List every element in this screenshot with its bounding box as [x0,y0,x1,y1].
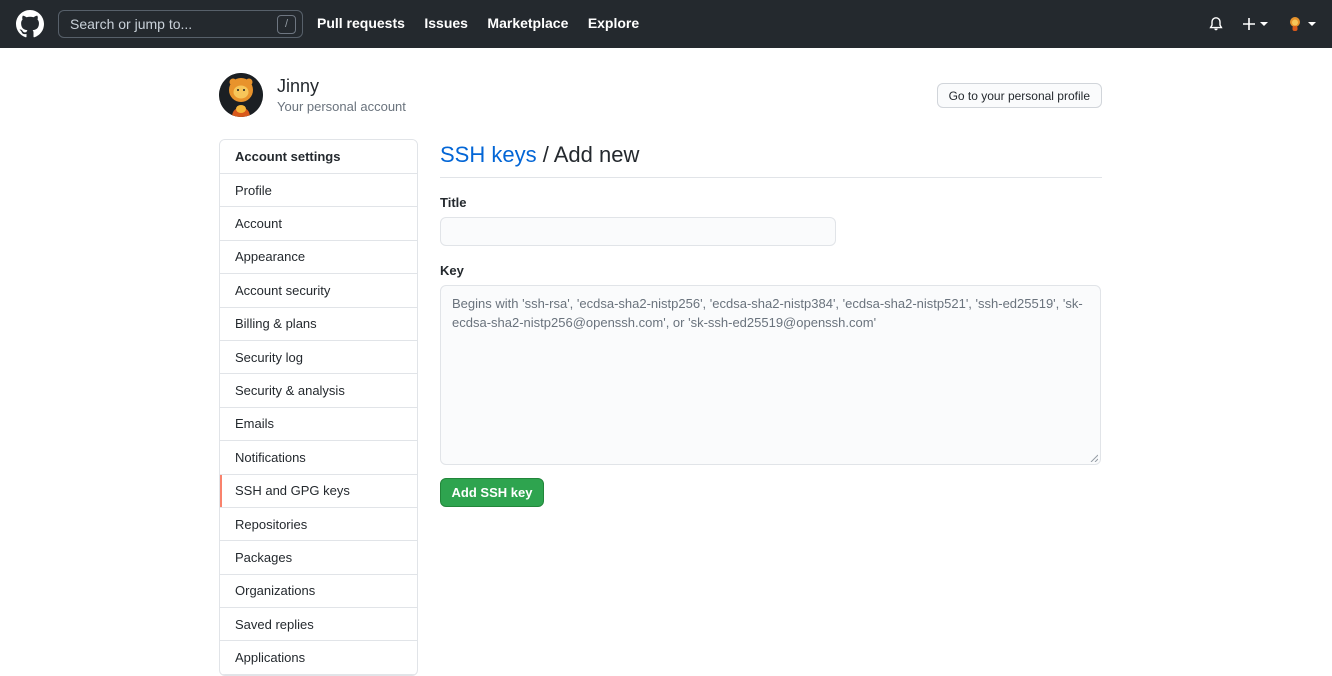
plus-icon [1243,18,1255,30]
sidebar-item-label: Account security [235,282,331,298]
sidebar-item-security-log[interactable]: Security log [220,341,417,375]
github-logo-icon[interactable] [16,10,44,38]
settings-container: Jinny Your personal account Go to your p… [219,48,1102,676]
sidebar-item-applications[interactable]: Applications [220,641,417,675]
sidebar-item-profile[interactable]: Profile [220,174,417,208]
sidebar-item-account-security[interactable]: Account security [220,274,417,308]
sidebar-item-label: Applications [235,650,306,666]
top-header: Search or jump to... / Pull requests Iss… [0,0,1332,48]
sidebar-item-label: Packages [235,549,293,565]
search-input[interactable]: Search or jump to... / [58,10,303,38]
sidebar-item-organizations[interactable]: Organizations [220,575,417,609]
settings-sidebar: Account settings Profile Account Appearanc… [219,139,418,676]
nav-pull-requests[interactable]: Pull requests [317,15,405,31]
search-shortcut-key: / [277,14,296,34]
sidebar-heading: Account settings [220,140,417,174]
ssh-keys-link[interactable]: SSH keys [440,142,537,167]
bell-icon [1209,17,1223,31]
sidebar-item-label: Profile [235,182,272,198]
key-label: Key [440,263,464,278]
create-new-button[interactable] [1242,17,1268,31]
chevron-down-icon [1260,22,1268,26]
page-title: SSH keys / Add new [440,142,1102,178]
account-type: Your personal account [277,99,406,114]
title-input[interactable] [440,217,836,246]
account-name-block: Jinny Your personal account [277,76,406,114]
sidebar-item-packages[interactable]: Packages [220,541,417,575]
go-to-profile-button[interactable]: Go to your personal profile [936,83,1102,108]
avatar[interactable] [219,73,263,117]
sidebar-item-label: Repositories [235,516,308,532]
user-menu-button[interactable] [1286,15,1316,33]
header-actions [1190,15,1316,33]
sidebar-item-emails[interactable]: Emails [220,408,417,442]
sidebar-item-account[interactable]: Account [220,207,417,241]
account-name[interactable]: Jinny [277,76,406,97]
sidebar-item-label: Saved replies [235,616,314,632]
sidebar-item-label: Billing & plans [235,316,317,332]
sidebar-item-label: Security & analysis [235,383,345,399]
account-header: Jinny Your personal account Go to your p… [219,73,1102,117]
title-label: Title [440,195,467,210]
key-placeholder: Begins with 'ssh-rsa', 'ecdsa-sha2-nistp… [452,296,1083,330]
page-title-suffix: / Add new [542,142,640,167]
notifications-button[interactable] [1208,16,1224,32]
chevron-down-icon [1308,22,1316,26]
sidebar-item-label: Organizations [235,583,316,599]
sidebar-item-billing-plans[interactable]: Billing & plans [220,308,417,341]
resize-handle-icon[interactable] [1090,454,1098,462]
sidebar-item-label: SSH and GPG keys [235,483,350,499]
sidebar-item-repositories[interactable]: Repositories [220,508,417,542]
search-placeholder: Search or jump to... [70,16,193,32]
sidebar-item-label: Notifications [235,449,306,465]
add-ssh-key-button[interactable]: Add SSH key [440,478,544,507]
sidebar-item-security-analysis[interactable]: Security & analysis [220,374,417,408]
sidebar-item-label: Emails [235,416,275,432]
add-ssh-key-form: SSH keys / Add new Title Key Begins with… [440,142,1102,507]
sidebar-item-label: Appearance [235,249,306,265]
sidebar-item-label: Account [235,216,282,232]
nav-issues[interactable]: Issues [424,15,468,31]
sidebar-item-saved-replies[interactable]: Saved replies [220,608,417,642]
global-nav: Pull requests Issues Marketplace Explore [317,15,654,33]
nav-explore[interactable]: Explore [588,15,639,31]
key-textarea[interactable]: Begins with 'ssh-rsa', 'ecdsa-sha2-nistp… [440,285,1101,465]
sidebar-item-appearance[interactable]: Appearance [220,241,417,275]
sidebar-item-notifications[interactable]: Notifications [220,441,417,475]
sidebar-item-label: Security log [235,349,303,365]
sidebar-item-ssh-and-gpg-keys[interactable]: SSH and GPG keys [220,474,417,508]
avatar [1286,15,1304,33]
nav-marketplace[interactable]: Marketplace [487,15,568,31]
